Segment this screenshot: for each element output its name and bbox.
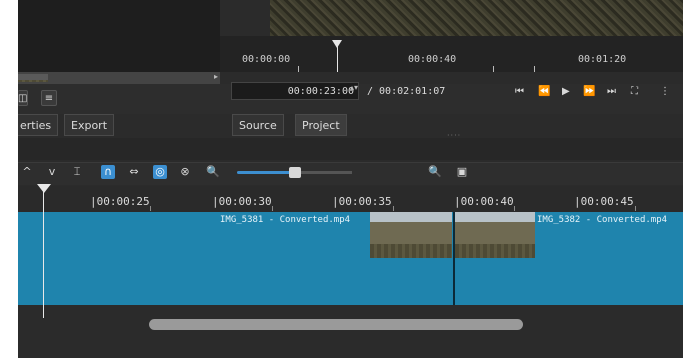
player-ruler-tick — [534, 66, 535, 72]
player-ruler-label: 00:01:20 — [578, 54, 627, 65]
rewind-icon[interactable]: ⏪ — [538, 86, 550, 97]
timeline-playhead-line — [43, 184, 44, 318]
tab-source[interactable]: Source — [232, 114, 284, 136]
timeline-ruler-tick — [150, 206, 151, 211]
tab-export[interactable]: Export — [64, 114, 115, 136]
scroll-right-arrow-icon[interactable]: ▸ — [214, 72, 218, 81]
ripple-icon[interactable]: ◎ — [153, 165, 167, 179]
zoom-fit-icon[interactable]: ▣ — [455, 165, 469, 179]
timeline-empty-area — [18, 305, 683, 358]
split-icon[interactable]: ⌶ — [70, 165, 84, 179]
clip-thumbnail — [370, 212, 452, 258]
player-playhead-line — [337, 44, 338, 72]
zoom-slider-knob[interactable] — [289, 167, 301, 178]
panel-scrollbar-thumb[interactable] — [18, 74, 48, 82]
grid-icon[interactable]: ◫ — [18, 90, 28, 106]
player-ruler[interactable]: 00:00:00 00:00:40 00:01:20 — [238, 44, 683, 72]
player-ruler-label: 00:00:00 — [242, 54, 291, 65]
timeline-ruler-tick — [393, 206, 394, 211]
timecode-spinner-icon[interactable]: ▴▾ — [350, 84, 358, 92]
fast-forward-icon[interactable]: ⏩ — [583, 86, 595, 97]
tab-properties[interactable]: erties — [18, 114, 59, 136]
timeline-ruler-label: |00:00:40 — [454, 195, 514, 208]
panel-separator — [18, 138, 683, 160]
panel-tab-bar — [18, 114, 683, 138]
total-duration: / 00:02:01:07 — [367, 86, 446, 97]
fullscreen-icon[interactable]: ⛶ — [631, 86, 638, 97]
lift-icon[interactable]: ^ — [20, 165, 34, 179]
zoom-out-icon[interactable]: 🔍 — [206, 165, 220, 179]
timeline-ruler-label: |00:00:45 — [574, 195, 634, 208]
overwrite-icon[interactable]: v — [45, 165, 59, 179]
timeline-playhead-handle[interactable] — [37, 184, 51, 193]
ripple-all-tracks-icon[interactable]: ⊗ — [178, 165, 192, 179]
clip-thumbnail — [455, 212, 535, 258]
current-timecode-field[interactable]: 00:00:23:00 — [231, 82, 359, 100]
play-icon[interactable]: ▶ — [562, 86, 570, 97]
skip-next-icon[interactable]: ⏭ — [607, 86, 616, 97]
top-left-panel — [18, 0, 220, 72]
left-margin — [0, 0, 18, 358]
more-options-icon[interactable]: ⋮ — [660, 86, 670, 97]
player-ruler-tick — [298, 66, 299, 72]
tab-project[interactable]: Project — [295, 114, 347, 136]
timeline-ruler-tick — [272, 206, 273, 211]
player-ruler-tick — [493, 66, 494, 72]
timeline-ruler-tick — [635, 206, 636, 211]
timeline-scrollbar-thumb[interactable] — [149, 319, 523, 330]
timeline-ruler-label: |00:00:30 — [212, 195, 272, 208]
skip-previous-icon[interactable]: ⏮ — [515, 86, 524, 97]
scrub-icon[interactable]: ⇔ — [127, 165, 141, 179]
zoom-slider-remaining[interactable] — [297, 171, 352, 174]
snap-icon[interactable]: ∩ — [101, 165, 115, 179]
timeline-ruler-label: |00:00:35 — [332, 195, 392, 208]
panel-scrollbar[interactable]: ▸ — [18, 72, 220, 84]
timeline-ruler-label: |00:00:25 — [90, 195, 150, 208]
clip-title: IMG_5382 - Converted.mp4 — [537, 215, 668, 225]
clip-title: IMG_5381 - Converted.mp4 — [220, 215, 351, 225]
video-preview — [270, 0, 683, 36]
zoom-in-icon[interactable]: 🔍 — [428, 165, 442, 179]
player-ruler-label: 00:00:40 — [408, 54, 457, 65]
timeline-ruler-tick — [514, 206, 515, 211]
menu-icon[interactable]: ≡ — [41, 90, 57, 106]
